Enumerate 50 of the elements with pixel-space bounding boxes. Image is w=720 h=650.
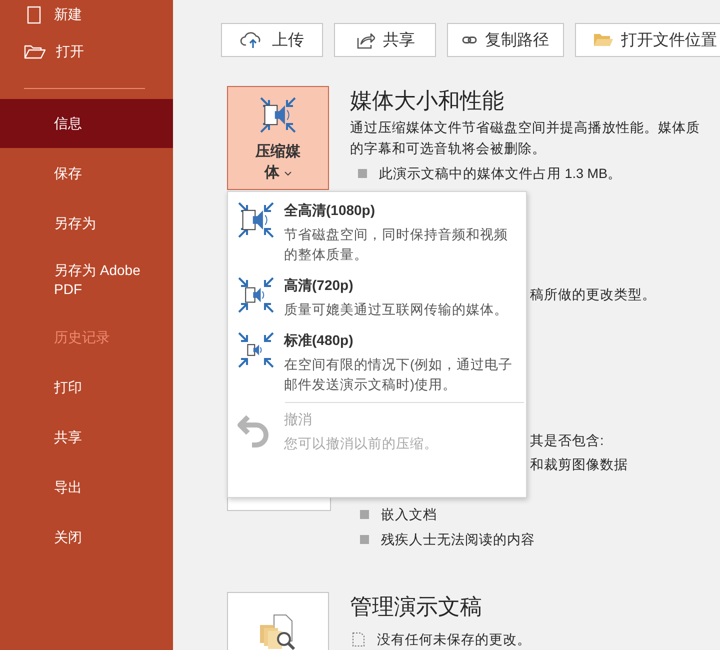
compress-media-icon <box>258 95 298 135</box>
page-icon <box>27 6 41 24</box>
menu-item-description: 节省磁盘空间，同时保持音频和视频的整体质量。 <box>284 226 509 264</box>
description-text: 通过压缩媒体文件节省磁盘空间并提高播放性能。媒体质 的字幕和可选音轨将会被删除。 <box>350 119 700 158</box>
bullet-icon <box>360 535 369 544</box>
bullet-icon <box>358 169 367 178</box>
sidebar-item[interactable]: 导出 <box>0 462 173 512</box>
caret-icon <box>284 170 292 176</box>
sidebar-item[interactable]: 打印 <box>0 362 173 412</box>
menu-item[interactable]: 标准(480p) 在空间有限的情况下(例如，通过电子邮件发送演示文稿时)使用。 <box>228 330 526 405</box>
sidebar-item[interactable]: 关闭 <box>0 512 173 562</box>
sidebar-item[interactable]: 信息 <box>0 99 173 148</box>
sidebar-item[interactable]: 保存 <box>0 148 173 198</box>
description-text: 其是否包含: <box>530 432 605 450</box>
bullet-text: 此演示文稿中的媒体文件占用 1.3 MB。 <box>379 165 622 183</box>
documents-search-icon <box>258 613 298 650</box>
compress-media-icon <box>236 330 276 370</box>
menu-item-description: 在空间有限的情况下(例如，通过电子邮件发送演示文稿时)使用。 <box>284 356 514 394</box>
sidebar-item[interactable]: 新建 <box>0 0 173 30</box>
toolbar-button[interactable]: 打开文件位置 <box>575 23 720 57</box>
share-icon <box>355 31 375 49</box>
section-heading: 媒体大小和性能 <box>350 87 505 115</box>
menu-item-title: 高清(720p) <box>284 276 354 295</box>
description-text: 和裁剪图像数据 <box>530 456 629 474</box>
sidebar-item[interactable]: 打开 <box>0 30 173 74</box>
folder-icon <box>24 44 46 60</box>
toolbar-button[interactable]: 复制路径 <box>447 23 564 57</box>
toolbar-button[interactable]: 上传 <box>221 23 323 57</box>
sidebar-item[interactable]: 共享 <box>0 412 173 462</box>
menu-item-description: 质量可媲美通过互联网传输的媒体。 <box>284 301 509 319</box>
sidebar-item[interactable]: 另存为 Adobe PDF <box>0 248 173 312</box>
toolbar-button[interactable]: 共享 <box>334 23 436 57</box>
document-icon <box>352 632 365 647</box>
menu-item[interactable]: 全高清(1080p) 节省磁盘空间，同时保持音频和视频的整体质量。 <box>228 200 526 275</box>
sidebar-item[interactable]: 另存为 <box>0 198 173 248</box>
menu-item[interactable]: 高清(720p) 质量可媲美通过互联网传输的媒体。 <box>228 275 526 330</box>
menu-item-description: 您可以撤消以前的压缩。 <box>284 435 439 453</box>
description-text: 稿所做的更改类型。 <box>530 286 656 304</box>
bullet-icon <box>360 510 369 519</box>
menu-item-title: 标准(480p) <box>284 331 354 350</box>
bullet-text: 残疾人士无法阅读的内容 <box>381 531 535 549</box>
compress-media-button[interactable]: 压缩媒体 <box>227 86 329 190</box>
compress-media-icon <box>236 275 276 315</box>
menu-item-title: 全高清(1080p) <box>284 201 376 220</box>
menu-item-title: 撤消 <box>284 410 313 429</box>
status-text: 没有任何未保存的更改。 <box>377 631 531 649</box>
bullet-text: 嵌入文档 <box>381 506 437 524</box>
section-heading: 管理演示文稿 <box>350 593 483 621</box>
folder-icon <box>593 32 613 48</box>
compress-media-icon <box>236 200 276 240</box>
